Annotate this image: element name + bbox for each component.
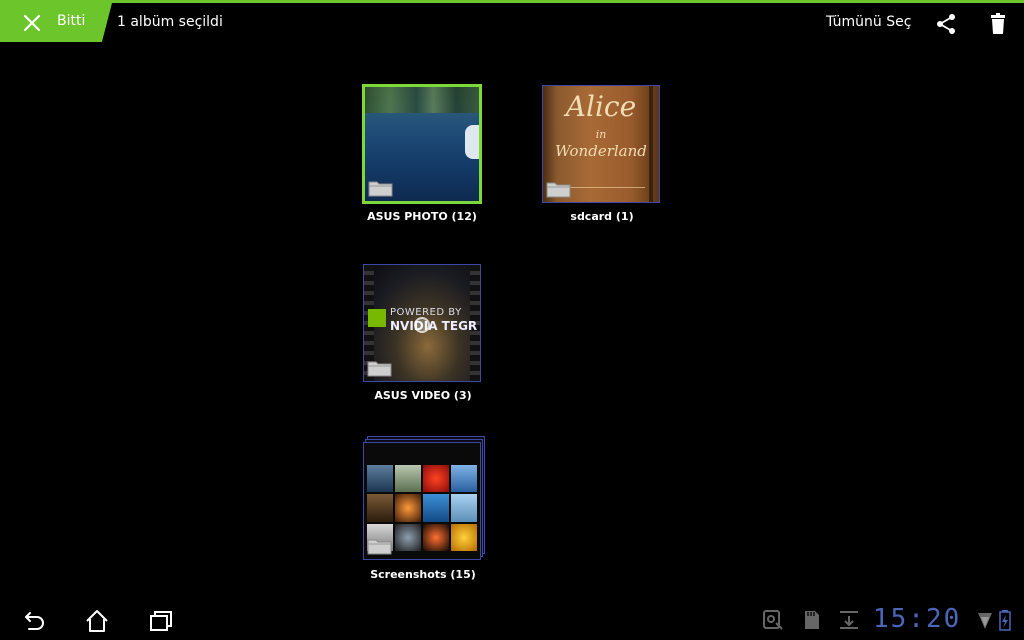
play-icon (414, 317, 430, 333)
grid-cell (451, 465, 477, 493)
share-icon[interactable] (935, 13, 957, 35)
album-thumbnail: POWERED BY NVIDIA TEGR (363, 264, 481, 382)
grid-cell (451, 494, 477, 522)
select-all-button[interactable]: Tümünü Seç (826, 14, 911, 30)
battery-icon (998, 609, 1012, 631)
back-icon[interactable] (20, 608, 46, 634)
thumbnail-image (365, 87, 479, 113)
done-button[interactable]: Bitti (0, 3, 112, 42)
book-title-line: in (595, 128, 607, 141)
grid-cell (423, 494, 449, 522)
nvidia-logo-icon (368, 309, 386, 327)
home-icon[interactable] (84, 608, 110, 634)
grid-cell (367, 465, 393, 493)
grid-cell (395, 523, 421, 551)
trash-icon[interactable] (988, 13, 1008, 35)
album-thumbnail (362, 84, 482, 204)
album-label: sdcard (1) (570, 210, 634, 223)
book-title-line: Alice (565, 90, 637, 123)
folder-icon (367, 359, 392, 377)
grid-cell (395, 465, 421, 493)
system-bar: 15:20 (0, 600, 1024, 640)
album-label: ASUS PHOTO (12) (367, 210, 477, 223)
grid-cell (423, 465, 449, 493)
grid-cell (395, 494, 421, 522)
action-bar: Bitti 1 albüm seçildi Tümünü Seç (0, 0, 1024, 42)
done-label: Bitti (57, 13, 86, 29)
folder-icon (367, 537, 392, 555)
video-overlay-text: POWERED BY (390, 307, 462, 318)
grid-cell (423, 523, 449, 551)
grid-cell (367, 494, 393, 522)
album-label: Screenshots (15) (370, 568, 476, 581)
signal-icon (977, 609, 993, 631)
recent-apps-icon[interactable] (148, 608, 174, 634)
folder-icon (368, 179, 393, 197)
download-icon[interactable] (838, 609, 860, 631)
folder-icon (546, 180, 571, 198)
video-overlay-text: NVIDIA TEGR (390, 319, 478, 333)
clock[interactable]: 15:20 (873, 604, 961, 634)
thumbnail-image-detail (465, 125, 479, 159)
album-thumbnail: Alice in Wonderland (542, 85, 660, 203)
selection-title: 1 albüm seçildi (117, 14, 223, 30)
usb-debug-icon[interactable] (762, 609, 784, 631)
book-title-line: Wonderland (555, 142, 647, 160)
close-icon (21, 12, 43, 34)
album-label: ASUS VIDEO (3) (374, 389, 472, 402)
sd-card-icon[interactable] (800, 609, 822, 631)
grid-cell (451, 523, 477, 551)
album-thumbnail (363, 442, 481, 560)
